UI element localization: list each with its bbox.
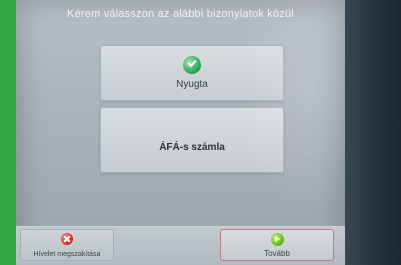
cancel-label: Hívelet megszakítása — [33, 251, 101, 258]
cancel-button[interactable]: Hívelet megszakítása — [20, 229, 114, 261]
x-icon — [61, 233, 73, 245]
check-icon — [183, 56, 201, 74]
screen: Kérem válasszon az alábbi bizonylatok kö… — [16, 0, 345, 265]
device-bezel — [343, 0, 401, 265]
receipt-option-button[interactable]: Nyugta — [100, 45, 284, 101]
instruction-text: Kérem válasszon az alábbi bizonylatok kö… — [67, 8, 294, 20]
next-button[interactable]: Tovább — [220, 229, 334, 261]
receipt-option-label: Nyugta — [176, 79, 208, 90]
vat-invoice-option-button[interactable]: ÁFÁ-s számla — [100, 107, 284, 173]
vat-invoice-option-label: ÁFÁ-s számla — [159, 142, 225, 153]
next-arrow-icon — [270, 233, 284, 246]
footer-bar: Hívelet megszakítása Tovább — [16, 226, 345, 265]
next-label: Tovább — [264, 249, 290, 258]
